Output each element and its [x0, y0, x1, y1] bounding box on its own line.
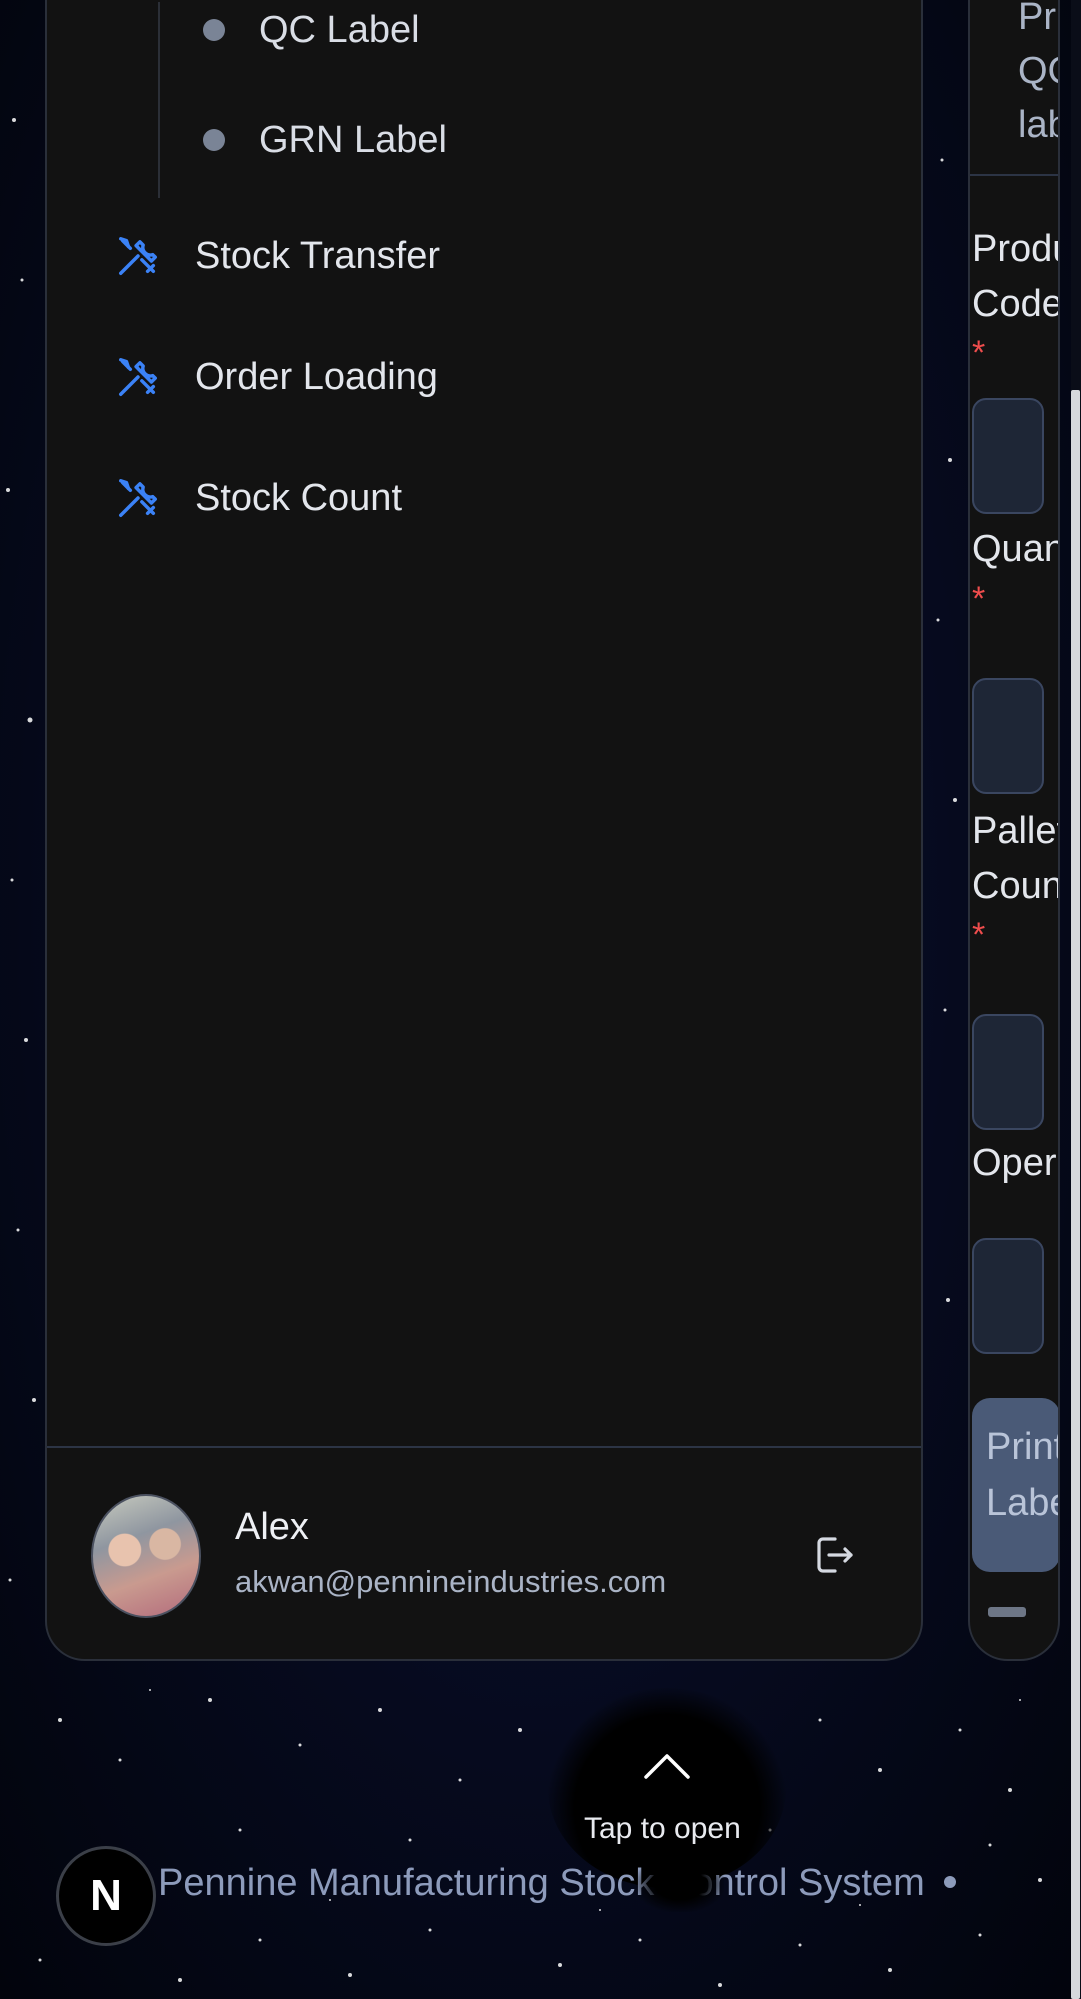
minimize-handle[interactable] [988, 1607, 1026, 1617]
app-logo[interactable]: N [56, 1846, 156, 1946]
required-marker: * [972, 580, 986, 618]
user-email: akwan@pennineindustries.com [235, 1564, 667, 1599]
quantity-input[interactable] [972, 678, 1044, 794]
user-section-divider [47, 1446, 921, 1448]
sidebar-item-label: Stock Transfer [195, 234, 440, 277]
tap-to-open-label[interactable]: Tap to open [584, 1812, 741, 1846]
sidebar-item-stock-transfer[interactable]: Stock Transfer [115, 224, 440, 288]
print-label-form-panel: Pri QC lab Produ Code * Quan * Pallet Co… [968, 0, 1060, 1661]
chevron-up-icon[interactable] [643, 1752, 691, 1780]
operator-input[interactable] [972, 1238, 1044, 1354]
product-code-label-line2: Code [972, 283, 1060, 325]
sidebar-subitem-label: GRN Label [259, 118, 447, 161]
print-label-button-text: Print [986, 1426, 1060, 1468]
form-header-line: QC [1018, 50, 1058, 92]
logout-icon[interactable] [809, 1528, 857, 1582]
footer-separator-dot [944, 1876, 956, 1888]
pallet-count-input[interactable] [972, 1014, 1044, 1130]
required-marker: * [972, 916, 986, 954]
operator-label: Oper [972, 1142, 1057, 1184]
tools-icon [119, 237, 157, 275]
submenu-guide-line [158, 2, 160, 198]
sidebar-item-label: Stock Count [195, 476, 402, 519]
bullet-icon [203, 19, 225, 41]
footer-system-name: Pennine Manufacturing Stock Control Syst… [158, 1862, 925, 1904]
sidebar-drawer: QC Label GRN Label Stock Transfer Order … [45, 0, 923, 1661]
tools-icon [119, 358, 157, 396]
product-code-input[interactable] [972, 398, 1044, 514]
footer-overlap-shadow [636, 1856, 724, 1912]
quantity-label: Quan [972, 528, 1060, 570]
pallet-count-label-line2: Coun [972, 865, 1060, 907]
page-scrollbar-thumb[interactable] [1071, 390, 1080, 1999]
bullet-icon [203, 129, 225, 151]
tools-icon [119, 479, 157, 517]
required-marker: * [972, 334, 986, 372]
form-header-line: Pri [1018, 0, 1060, 38]
sidebar-item-order-loading[interactable]: Order Loading [115, 345, 438, 409]
form-header-line: lab [1018, 104, 1058, 146]
form-header-divider [970, 174, 1058, 176]
print-label-button-text-line2: Labe [986, 1482, 1058, 1524]
sidebar-subitem-qc-label[interactable]: QC Label [203, 0, 420, 60]
app-logo-letter: N [90, 1871, 122, 1920]
sidebar-item-label: Order Loading [195, 355, 438, 398]
pallet-count-label: Pallet [972, 810, 1060, 852]
product-code-label: Produ [972, 228, 1058, 270]
sidebar-subitem-grn-label[interactable]: GRN Label [203, 110, 447, 170]
sidebar-subitem-label: QC Label [259, 8, 420, 51]
user-name: Alex [235, 1506, 309, 1548]
print-label-button[interactable]: Print Labe [972, 1398, 1060, 1572]
avatar[interactable] [91, 1494, 201, 1618]
sidebar-item-stock-count[interactable]: Stock Count [115, 466, 402, 530]
